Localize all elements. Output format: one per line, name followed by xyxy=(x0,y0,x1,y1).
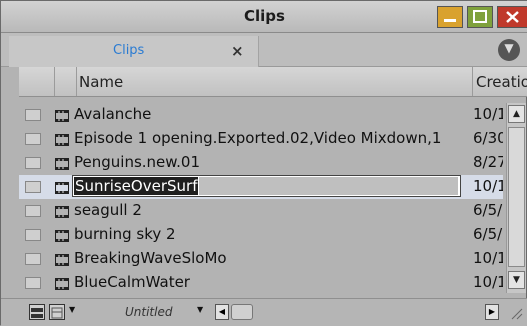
clip-row[interactable]: Avalanche 10/1 xyxy=(19,103,503,127)
clip-row[interactable]: seagull 2 6/5/ xyxy=(19,199,503,223)
close-window-button[interactable] xyxy=(497,6,527,28)
minimize-icon xyxy=(438,7,462,27)
clip-row[interactable]: Episode 1 opening.Exported.02,Video Mixd… xyxy=(19,127,503,151)
view-name-dropdown-icon[interactable]: ▼ xyxy=(197,305,203,314)
tab-clips[interactable]: Clips × xyxy=(9,36,259,67)
view-name[interactable]: Untitled xyxy=(125,305,172,319)
clip-name: seagull 2 xyxy=(74,201,142,219)
clip-icon xyxy=(55,227,69,242)
rename-field[interactable]: SunriseOverSurf xyxy=(72,175,461,197)
clip-list: Avalanche 10/1 Episode 1 opening.Exported.… xyxy=(19,103,503,295)
clip-creation-date: 10/1 xyxy=(473,105,503,123)
clip-icon xyxy=(55,275,69,290)
header-creation[interactable]: Creatio xyxy=(476,73,527,91)
header-checkbox-column[interactable] xyxy=(19,67,55,96)
row-checkbox[interactable] xyxy=(25,253,41,265)
clip-creation-date: 8/27 xyxy=(473,153,503,171)
list-view-icon[interactable] xyxy=(29,304,45,320)
header-divider[interactable] xyxy=(472,67,473,96)
clip-row[interactable]: BreakingWaveSloMo 10/1 xyxy=(19,247,503,271)
clip-row[interactable]: Penguins.new.01 8/27 xyxy=(19,151,503,175)
scroll-right-icon[interactable]: ▶ xyxy=(485,304,499,320)
clip-row[interactable]: SunriseOverSurf 10/1 xyxy=(19,175,503,199)
maximize-icon xyxy=(468,7,492,27)
row-checkbox[interactable] xyxy=(25,205,41,217)
horizontal-scroll-thumb[interactable] xyxy=(231,304,253,320)
clip-icon xyxy=(55,251,69,266)
clip-name: Penguins.new.01 xyxy=(74,153,201,171)
row-checkbox[interactable] xyxy=(25,133,41,145)
tab-close-button[interactable]: × xyxy=(231,42,244,60)
clip-row[interactable]: BlueCalmWater 10/1 xyxy=(19,271,503,295)
clip-creation-date: 6/5/ xyxy=(473,201,503,219)
tab-bar: Clips × ▼ xyxy=(1,33,527,67)
clip-creation-date: 10/1 xyxy=(473,177,503,195)
clip-creation-date: 6/30 xyxy=(473,129,503,147)
clip-icon xyxy=(55,179,69,194)
scroll-down-icon[interactable]: ▼ xyxy=(508,271,525,289)
row-checkbox[interactable] xyxy=(25,181,41,193)
maximize-button[interactable] xyxy=(467,6,493,28)
row-checkbox[interactable] xyxy=(25,277,41,289)
scroll-left-icon[interactable]: ◀ xyxy=(215,304,229,320)
clip-name: burning sky 2 xyxy=(74,225,176,243)
frame-view-icon[interactable] xyxy=(49,304,65,320)
scroll-thumb[interactable] xyxy=(508,127,525,267)
clip-icon xyxy=(55,107,69,122)
row-checkbox[interactable] xyxy=(25,157,41,169)
row-checkbox[interactable] xyxy=(25,109,41,121)
clip-name: Avalanche xyxy=(74,105,152,123)
header-name[interactable]: Name xyxy=(79,73,123,91)
row-checkbox[interactable] xyxy=(25,229,41,241)
tab-label: Clips xyxy=(113,43,145,58)
clip-name: BreakingWaveSloMo xyxy=(74,249,227,267)
view-dropdown-icon[interactable]: ▼ xyxy=(69,305,75,314)
rename-field-remainder xyxy=(199,177,458,195)
clip-name: BlueCalmWater xyxy=(74,273,190,291)
vertical-scrollbar[interactable]: ▲ ▼ xyxy=(506,103,526,293)
minimize-button[interactable] xyxy=(437,6,463,28)
clip-row[interactable]: burning sky 2 6/5/ xyxy=(19,223,503,247)
title-bar[interactable]: Clips xyxy=(1,1,527,33)
clip-icon xyxy=(55,131,69,146)
clip-name: Episode 1 opening.Exported.02,Video Mixd… xyxy=(74,129,442,147)
clip-creation-date: 6/5/ xyxy=(473,225,503,243)
scroll-up-icon[interactable]: ▲ xyxy=(508,105,525,123)
clips-window: Clips Clips × ▼ Name Creatio Avalanche 1… xyxy=(0,0,527,326)
bottom-toolbar: ▼ Untitled ▼ ◀ ▶ xyxy=(1,298,527,326)
clip-icon xyxy=(55,203,69,218)
panel-menu-icon: ▼ xyxy=(504,41,514,55)
resize-grip-icon[interactable] xyxy=(506,303,524,321)
panel-menu-button[interactable]: ▼ xyxy=(498,39,520,61)
column-header: Name Creatio xyxy=(19,67,527,97)
clip-creation-date: 10/1 xyxy=(473,273,503,291)
header-icon-column[interactable] xyxy=(55,67,77,96)
clip-icon xyxy=(55,155,69,170)
close-icon xyxy=(498,7,527,27)
clip-name: SunriseOverSurf xyxy=(74,177,199,195)
clip-creation-date: 10/1 xyxy=(473,249,503,267)
